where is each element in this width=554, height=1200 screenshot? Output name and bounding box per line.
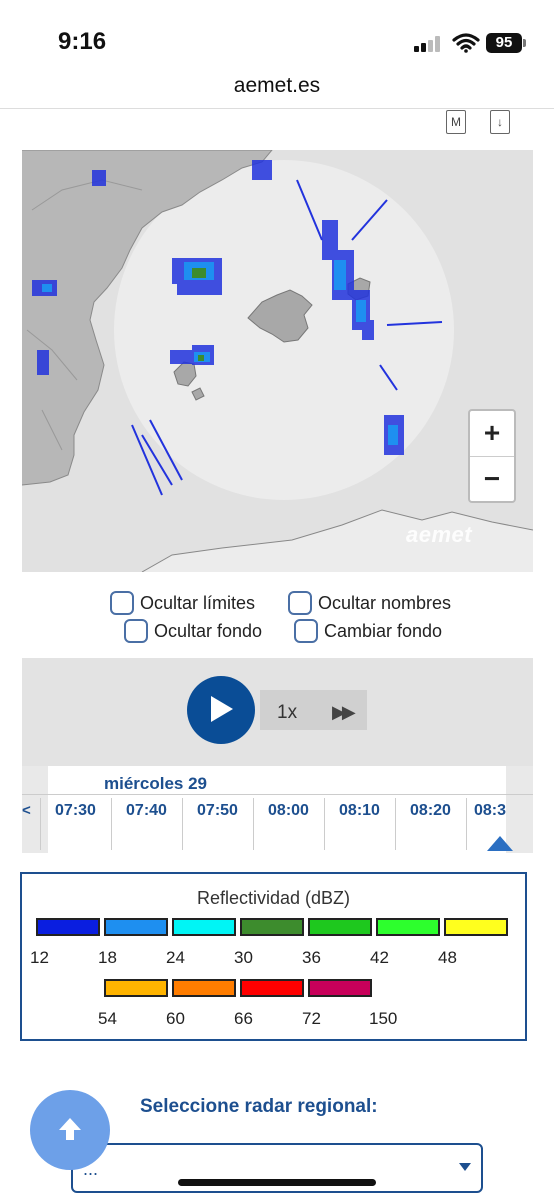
status-bar: 9:16 95 (0, 0, 554, 70)
zoom-control: + − (468, 409, 516, 503)
legend-swatch (36, 918, 100, 936)
legend-swatch (240, 918, 304, 936)
signal-icon (414, 34, 444, 52)
radar-map[interactable]: + − aemet (22, 150, 533, 572)
option-label: Ocultar fondo (154, 620, 263, 641)
legend-value: 72 (302, 1009, 321, 1028)
chevron-down-icon (459, 1163, 471, 1171)
download-icon[interactable]: ↓ (490, 110, 510, 134)
aemet-watermark: aemet (406, 522, 473, 547)
time-tick[interactable]: 07:50 (182, 798, 252, 850)
wifi-icon (452, 33, 480, 53)
legend-swatch (104, 979, 168, 997)
map-graphic (22, 150, 533, 572)
time-tick[interactable]: 08:20 (395, 798, 465, 850)
status-time: 9:16 (58, 28, 107, 55)
legend-swatch (104, 918, 168, 936)
arrow-up-icon (59, 1118, 81, 1140)
time-tick[interactable]: 08:10 (324, 798, 394, 850)
legend-swatch (444, 918, 508, 936)
option-hide-background[interactable]: Ocultar fondo (124, 618, 262, 644)
legend-value: 66 (234, 1009, 253, 1028)
legend-swatch (308, 918, 372, 936)
option-label: Ocultar límites (140, 592, 256, 613)
checkbox-hide-limits[interactable] (110, 591, 134, 615)
checkbox-change-background[interactable] (294, 619, 318, 643)
legend-swatch (172, 979, 236, 997)
play-button[interactable] (187, 676, 255, 744)
reflectivity-legend: Reflectividad (dBZ) 12 18 24 30 36 42 48 54 60 66… (20, 872, 527, 1041)
scroll-top-button[interactable] (30, 1090, 110, 1170)
option-hide-limits[interactable]: Ocultar límites (110, 590, 255, 616)
play-icon (211, 696, 233, 722)
time-tick[interactable]: 08:00 (253, 798, 323, 850)
zoom-out-button[interactable]: − (470, 457, 514, 502)
time-tick[interactable]: 07:40 (111, 798, 181, 850)
timeline-marker[interactable] (487, 836, 513, 851)
legend-value: 48 (438, 948, 457, 967)
legend-value: 60 (166, 1009, 185, 1028)
legend-value: 36 (302, 948, 321, 967)
fast-forward-icon[interactable]: ▶▶ (332, 702, 356, 723)
animation-player: 1x ▶▶ miércoles 29 < 07:30 07:40 07:50 0… (22, 658, 533, 853)
option-change-background[interactable]: Cambiar fondo (294, 618, 442, 644)
legend-swatch (172, 918, 236, 936)
legend-value: 30 (234, 948, 253, 967)
time-tick[interactable]: 07:30 (40, 798, 110, 850)
option-label: Ocultar nombres (318, 592, 452, 613)
address-bar[interactable]: aemet.es (0, 74, 554, 98)
legend-value: 12 (30, 948, 49, 967)
m-file-icon[interactable]: M (446, 110, 466, 134)
divider (0, 108, 554, 109)
zoom-in-button[interactable]: + (470, 411, 514, 457)
battery-tip (523, 39, 526, 47)
legend-title: Reflectividad (dBZ) (196, 888, 351, 908)
checkbox-hide-background[interactable] (124, 619, 148, 643)
legend-value: 18 (98, 948, 117, 967)
legend-swatch (240, 979, 304, 997)
legend-value: 150 (369, 1009, 398, 1028)
legend-swatch (308, 979, 372, 997)
timeline-prev-arrow[interactable]: < (22, 802, 31, 819)
home-indicator (178, 1179, 376, 1186)
option-hide-names[interactable]: Ocultar nombres (288, 590, 451, 616)
legend-value: 42 (370, 948, 389, 967)
legend-value: 24 (166, 948, 185, 967)
speed-button[interactable]: 1x (277, 702, 297, 724)
timeline-divider (22, 794, 533, 795)
option-label: Cambiar fondo (324, 620, 443, 641)
legend-swatch (376, 918, 440, 936)
legend-value: 54 (98, 1009, 117, 1028)
battery-indicator: 95 (486, 33, 522, 53)
checkbox-hide-names[interactable] (288, 591, 312, 615)
timeline-day: miércoles 29 (104, 774, 208, 793)
regional-radar-label: Seleccione radar regional: (140, 1096, 378, 1117)
